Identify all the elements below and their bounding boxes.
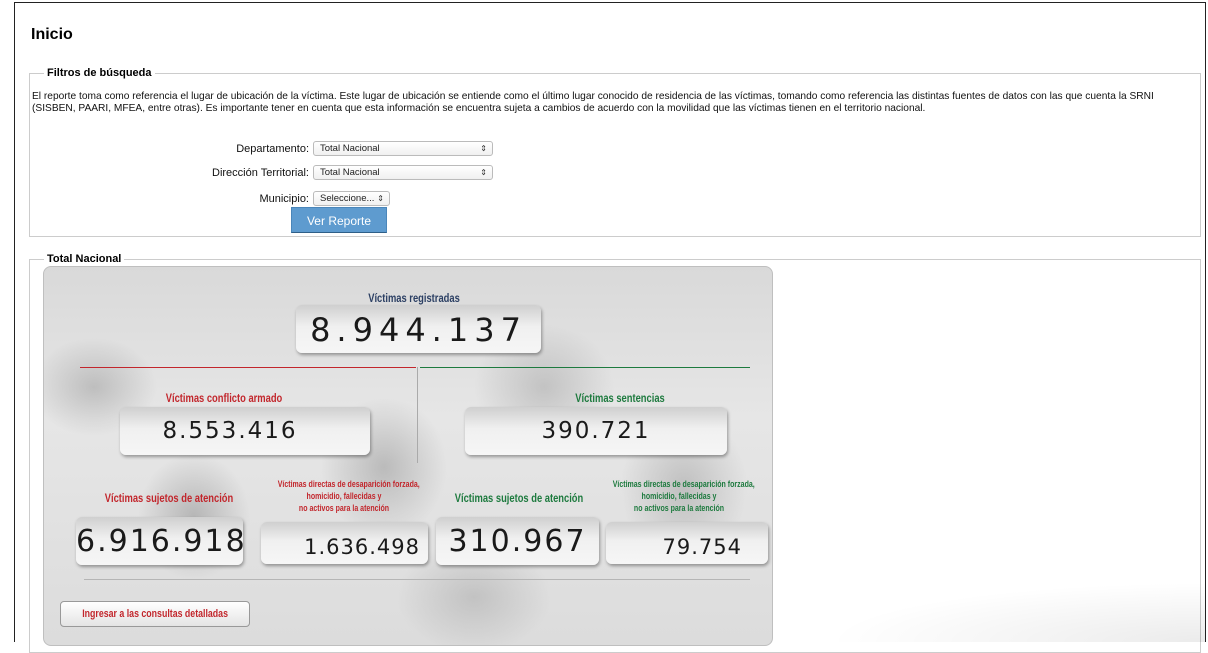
direccion-row: Dirección Territorial: Total Nacional ⇕ (30, 165, 1202, 181)
direccion-select[interactable]: Total Nacional ⇕ (313, 165, 493, 180)
municipio-row: Municipio: Seleccione... ⇕ (30, 191, 1202, 207)
directas-sentencias-line2: homicidio, fallecidas y (641, 491, 717, 501)
municipio-value: Seleccione... (320, 193, 375, 204)
sujetos-conflicto-value: 6.916.918 (76, 524, 247, 559)
sujetos-conflicto-label: Víctimas sujetos de atención (104, 491, 234, 505)
directas-conflicto-line1: Víctimas directas de desaparición forzad… (277, 479, 420, 489)
direccion-label: Dirección Territorial: (212, 167, 309, 179)
updown-arrows-icon: ⇕ (480, 144, 487, 153)
updown-arrows-icon: ⇕ (480, 168, 487, 177)
sujetos-sentencias-label: Víctimas sujetos de atención (454, 491, 584, 505)
victims-dashboard: Víctimas registradas 8.944.137 Víctimas … (43, 266, 773, 646)
sentencias-divider (420, 367, 750, 368)
updown-arrows-icon: ⇕ (377, 194, 384, 203)
sentencias-value: 390.721 (541, 418, 651, 444)
sujetos-sentencias-value: 310.967 (448, 524, 587, 559)
sentencias-label: Víctimas sentencias (575, 391, 665, 405)
filters-legend: Filtros de búsqueda (47, 67, 152, 79)
municipio-label: Municipio: (259, 193, 309, 205)
search-filters-panel: Filtros de búsqueda El reporte toma como… (29, 67, 1201, 237)
registradas-value: 8.944.137 (310, 311, 527, 349)
conflicto-value: 8.553.416 (162, 418, 298, 444)
direccion-value: Total Nacional (320, 167, 380, 178)
directas-conflicto-line3: no activos para la atención (298, 503, 390, 513)
consultas-detalladas-text: Ingresar a las consultas detalladas (82, 608, 228, 620)
page-title: Inicio (31, 26, 73, 43)
departamento-label: Departamento: (236, 143, 309, 155)
consultas-detalladas-link[interactable]: Ingresar a las consultas detalladas (60, 601, 250, 627)
departamento-row: Departamento: Total Nacional ⇕ (30, 141, 1202, 157)
directas-conflicto-label: Víctimas directas de desaparición forzad… (277, 478, 420, 514)
directas-sentencias-label: Víctimas directas de desaparición forzad… (612, 478, 755, 514)
conflicto-label: Víctimas conflicto armado (165, 391, 283, 405)
departamento-value: Total Nacional (320, 143, 380, 154)
directas-sentencias-line1: Víctimas directas de desaparición forzad… (612, 479, 755, 489)
registradas-label: Víctimas registradas (368, 291, 460, 305)
directas-sentencias-value: 79.754 (662, 535, 742, 559)
directas-conflicto-line2: homicidio, fallecidas y (306, 491, 382, 501)
municipio-select[interactable]: Seleccione... ⇕ (313, 191, 390, 206)
directas-sentencias-line3: no activos para la atención (633, 503, 725, 513)
departamento-select[interactable]: Total Nacional ⇕ (313, 141, 493, 156)
center-divider (417, 367, 418, 463)
directas-conflicto-value: 1.636.498 (304, 535, 420, 559)
content-frame: Inicio Filtros de búsqueda El reporte to… (14, 2, 1206, 653)
conflicto-divider (80, 367, 416, 368)
ver-reporte-button[interactable]: Ver Reporte (291, 207, 387, 233)
filters-description: El reporte toma como referencia el lugar… (32, 91, 1154, 114)
total-legend: Total Nacional (47, 253, 122, 265)
bottom-divider (84, 579, 750, 580)
